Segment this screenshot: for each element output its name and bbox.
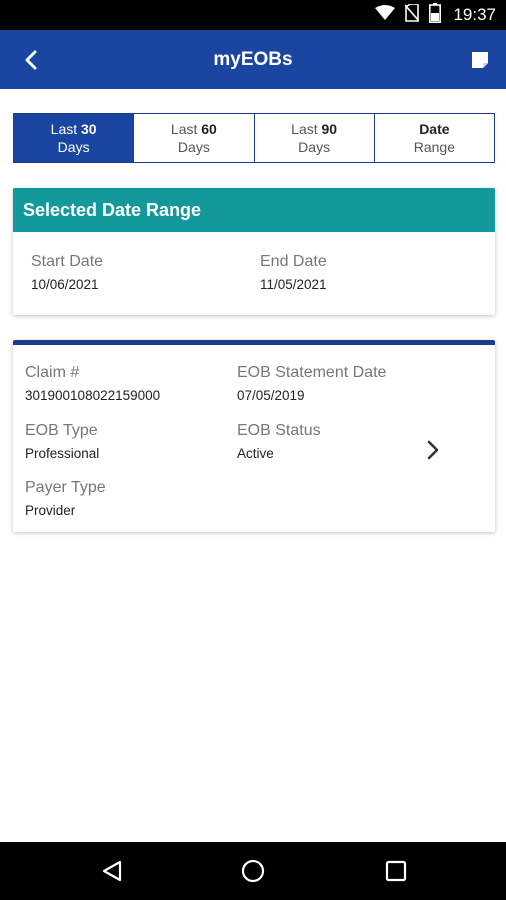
- tab-line1: Date: [419, 121, 450, 137]
- status-time: 19:37: [453, 5, 496, 24]
- tab-last-60-days[interactable]: Last 60 Days: [133, 114, 254, 162]
- claim-number-value: 301900108022159000: [25, 388, 161, 403]
- start-date-value: 10/06/2021: [31, 277, 99, 292]
- triangle-back-icon: [102, 860, 122, 882]
- selected-date-range-header: Selected Date Range: [13, 188, 495, 232]
- page-title: myEOBs: [213, 49, 293, 70]
- chevron-right-icon[interactable]: [423, 438, 443, 462]
- status-bar: 19:37: [0, 0, 506, 30]
- note-button[interactable]: [468, 48, 492, 72]
- payer-type-label: Payer Type: [25, 479, 106, 496]
- tab-line2: Days: [298, 139, 331, 155]
- tab-line1: Last 90: [291, 121, 338, 137]
- app-bar: myEOBs: [0, 30, 506, 89]
- nav-back-button[interactable]: [100, 859, 124, 883]
- tab-line2: Days: [57, 139, 90, 155]
- tab-line1: Last 60: [170, 121, 217, 137]
- eob-type-label: EOB Type: [25, 422, 98, 439]
- status-icons: 19:37: [375, 0, 496, 30]
- end-date-value: 11/05/2021: [260, 277, 327, 292]
- date-filter-tabs: Last 30 Days Last 60 Days Last 90 Days D…: [13, 113, 495, 163]
- claim-number-label: Claim #: [25, 364, 80, 381]
- eob-status-value: Active: [237, 446, 274, 461]
- system-nav-bar: [0, 842, 506, 900]
- tab-line2: Range: [413, 139, 455, 155]
- eob-status-label: EOB Status: [237, 422, 321, 439]
- nav-recents-button[interactable]: [384, 859, 408, 883]
- back-button[interactable]: [18, 46, 46, 74]
- battery-icon: [429, 2, 442, 28]
- statement-date-value: 07/05/2019: [237, 388, 305, 403]
- eob-type-value: Professional: [25, 446, 100, 461]
- note-icon: [472, 52, 488, 68]
- tab-line2: Days: [177, 139, 210, 155]
- selected-date-range-card: Selected Date Range Start Date 10/06/202…: [13, 188, 495, 315]
- chevron-left-icon: [25, 50, 37, 70]
- tab-last-90-days[interactable]: Last 90 Days: [253, 114, 374, 162]
- nav-home-button[interactable]: [241, 859, 265, 883]
- circle-home-icon: [241, 859, 265, 883]
- tab-line1: Last 30: [50, 121, 97, 137]
- claim-card[interactable]: Claim # 301900108022159000 EOB Statement…: [13, 340, 495, 532]
- wifi-icon: [375, 4, 396, 26]
- tab-date-range[interactable]: Date Range: [373, 114, 494, 162]
- square-recents-icon: [385, 860, 407, 882]
- start-date-label: Start Date: [31, 253, 104, 270]
- end-date-label: End Date: [260, 253, 327, 270]
- statement-date-label: EOB Statement Date: [237, 364, 387, 381]
- tab-last-30-days[interactable]: Last 30 Days: [14, 114, 134, 162]
- no-sim-icon: [404, 2, 421, 27]
- payer-type-value: Provider: [25, 503, 76, 518]
